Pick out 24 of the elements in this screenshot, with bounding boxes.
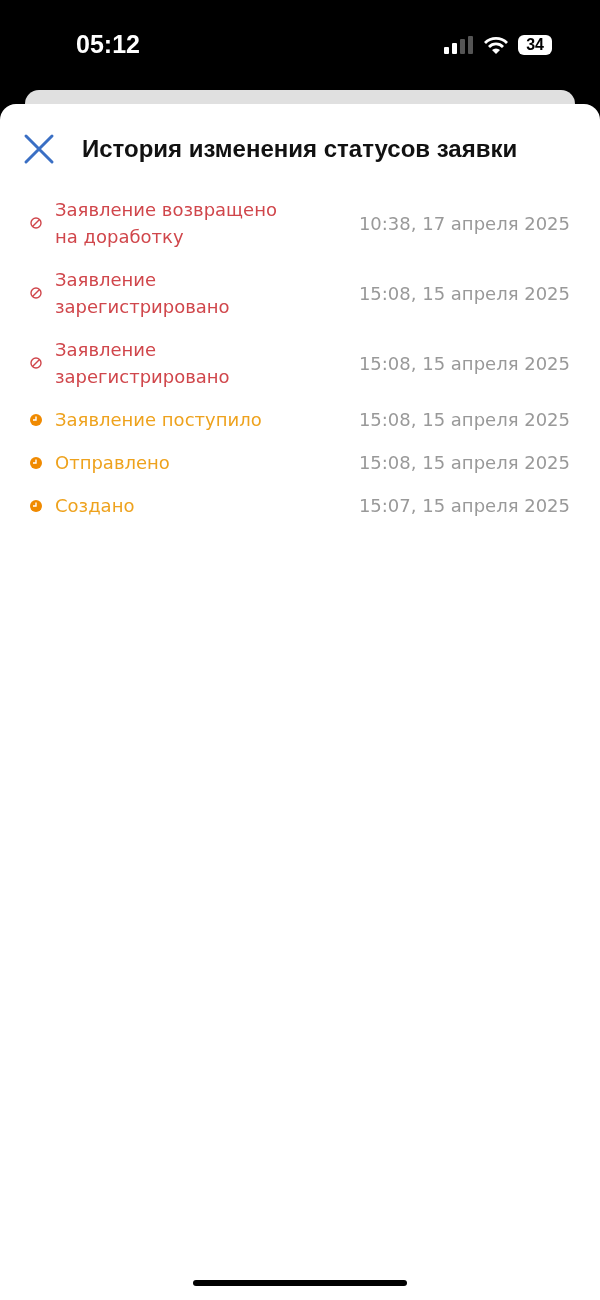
status-date: 10:38, 17 апреля 2025 xyxy=(358,212,570,234)
status-text: Заявление поступило xyxy=(55,408,263,432)
sheet-title: История изменения статусов заявки xyxy=(82,135,518,163)
status-date: 15:08, 15 апреля 2025 xyxy=(358,409,570,430)
status-text: Создано xyxy=(55,494,136,518)
clock-icon xyxy=(30,499,42,512)
status-date: 15:08, 15 апреля 2025 xyxy=(358,452,570,473)
status-text: Заявление зарегистрировано xyxy=(55,268,231,319)
status-text: Заявление возвращено на доработку xyxy=(55,198,278,249)
clock-icon xyxy=(30,456,42,469)
close-button[interactable] xyxy=(22,132,56,166)
status-date: 15:08, 15 апреля 2025 xyxy=(358,352,570,374)
prohibited-icon xyxy=(30,287,42,299)
prohibited-icon xyxy=(30,357,42,369)
status-text: Заявление зарегистрировано xyxy=(55,338,231,389)
battery-level: 34 xyxy=(518,35,552,55)
prohibited-icon xyxy=(30,217,42,229)
clock: 05:12 xyxy=(76,29,140,59)
signal-icon xyxy=(444,36,475,54)
wifi-icon xyxy=(484,36,509,54)
status-date: 15:07, 15 апреля 2025 xyxy=(358,495,570,516)
status-date: 15:08, 15 апреля 2025 xyxy=(358,282,570,304)
status-text: Отправлено xyxy=(55,451,171,475)
clock-icon xyxy=(30,413,42,426)
